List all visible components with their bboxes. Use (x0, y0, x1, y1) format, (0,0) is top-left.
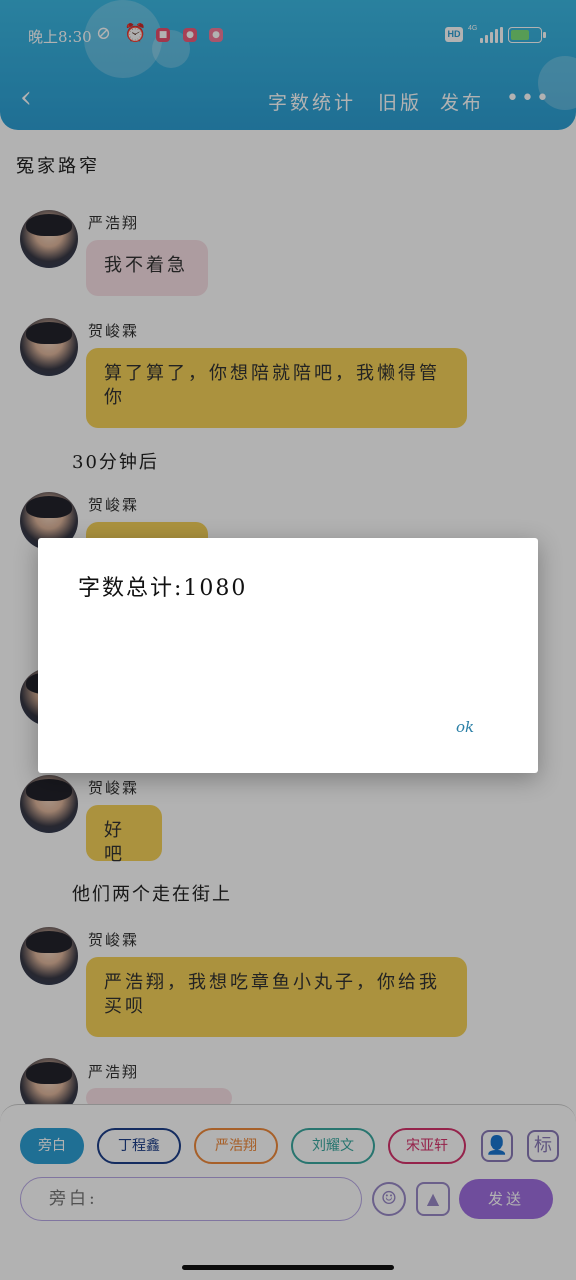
word-count-dialog: 字数总计:1080 ok (38, 538, 538, 773)
ok-button[interactable]: ok (456, 718, 474, 736)
dialog-message: 字数总计:1080 (78, 576, 248, 601)
